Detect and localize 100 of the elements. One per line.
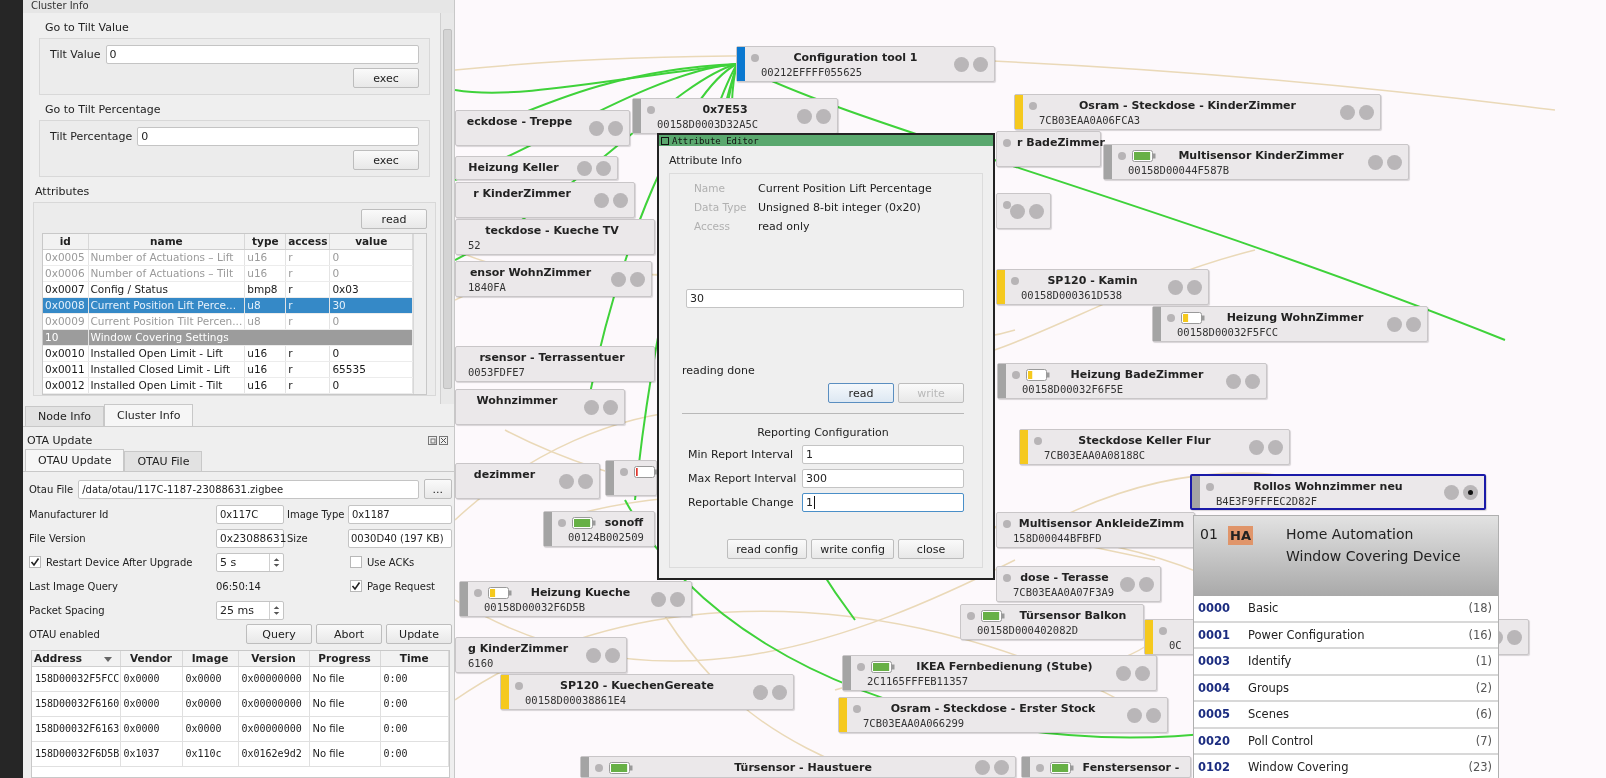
endpoint-dot[interactable] (1387, 154, 1402, 170)
endpoint-dot[interactable] (1387, 316, 1402, 332)
endpoint-dot[interactable] (954, 56, 969, 72)
device-node[interactable]: Türsensor Balkon 00158D000402082D (960, 604, 1144, 640)
endpoint-dot[interactable] (1340, 104, 1355, 120)
exec-button[interactable]: exec (353, 68, 419, 88)
dialog-button[interactable]: read (828, 383, 894, 403)
dialog-button[interactable]: read config (727, 539, 808, 559)
device-node[interactable]: dezimmer (455, 463, 600, 499)
input-field[interactable]: 1 (802, 445, 964, 464)
endpoint-dot[interactable] (973, 56, 988, 72)
device-node[interactable]: Heizung BadeZimmer 00158D00032F6F5E (997, 363, 1267, 399)
input-field[interactable]: 0x23088631 (216, 528, 284, 548)
endpoint-dot[interactable] (772, 684, 787, 700)
endpoint-dot[interactable] (753, 684, 768, 700)
endpoint-dot[interactable] (578, 473, 593, 489)
device-node[interactable]: Osram - Steckdose - Erster Stock 7CB03EAA0A066299 (838, 697, 1168, 733)
device-node[interactable]: Heizung WohnZimmer 00158D00032F5FCC (1152, 306, 1428, 342)
column-header[interactable]: access (285, 234, 330, 249)
scrollbar[interactable] (440, 13, 454, 404)
endpoint-dot[interactable] (1249, 439, 1264, 455)
device-node[interactable]: sonoff 00124B002509 (543, 511, 655, 547)
endpoint-dot[interactable] (651, 591, 666, 607)
endpoint-dot[interactable] (1444, 484, 1459, 500)
device-node[interactable]: SP120 - Kamin 00158D000361D538 (996, 269, 1209, 305)
endpoint-dot[interactable] (994, 759, 1009, 775)
dialog-button[interactable]: write config (811, 539, 894, 559)
column-header[interactable]: Progress (309, 651, 380, 666)
device-node[interactable]: Steckdose Keller Flur 7CB03EAA0A08188C (1019, 429, 1290, 465)
endpoint-dot[interactable] (1507, 629, 1522, 645)
checkbox[interactable] (29, 556, 41, 568)
endpoint-dot[interactable] (559, 473, 574, 489)
input-field[interactable]: 1 (802, 493, 964, 512)
device-node[interactable]: Türsensor - Haustuere (580, 756, 1016, 778)
cluster-row[interactable]: 0003 Identify (1) (1194, 649, 1498, 676)
device-node[interactable]: g KinderZimmer 6160 (455, 637, 627, 673)
device-node[interactable]: Wohnzimmer (455, 389, 625, 425)
device-node[interactable]: rsensor - Terrassentuer 0053FDFE7 (455, 346, 655, 382)
device-node[interactable]: IKEA Fernbedienung (Stube) 2C1165FFFEB11357 (842, 655, 1157, 691)
input-field[interactable]: 0 (105, 45, 419, 64)
endpoint-dot[interactable] (594, 192, 609, 208)
endpoint-dot[interactable] (1226, 373, 1241, 389)
column-header[interactable]: Vendor (120, 651, 182, 666)
input-field[interactable]: 0030D40 (197 KB) (348, 528, 452, 548)
endpoint-dot[interactable] (1368, 154, 1383, 170)
action-button[interactable]: Update (386, 624, 452, 644)
spin-box[interactable]: 25 ms (216, 600, 284, 620)
checkbox[interactable] (350, 556, 362, 568)
scrollbar[interactable] (413, 234, 426, 394)
exec-button[interactable]: exec (353, 150, 419, 170)
tab[interactable]: OTAU File (124, 451, 203, 471)
device-node[interactable]: Heizung Keller (455, 156, 618, 180)
tab[interactable]: Cluster Info (104, 404, 194, 426)
endpoint-dot[interactable] (1245, 373, 1260, 389)
action-button[interactable]: Abort (316, 624, 382, 644)
input-field[interactable]: 0x117C (216, 504, 284, 524)
checkbox-label[interactable]: Restart Device After Upgrade (46, 556, 193, 568)
device-node[interactable] (605, 460, 657, 496)
cluster-row[interactable]: 0005 Scenes (6) (1194, 702, 1498, 729)
column-header[interactable]: value (329, 234, 413, 249)
input-field[interactable]: 0x1187 (348, 504, 452, 524)
close-icon[interactable] (439, 435, 448, 445)
input-field[interactable]: /data/otau/117C-1187-23088631.zigbee (78, 479, 419, 499)
endpoint-dot[interactable] (816, 108, 831, 124)
device-node[interactable]: Heizung Kueche 00158D00032F6D5B (459, 581, 692, 617)
device-node[interactable] (996, 193, 1051, 229)
device-node[interactable]: Multisensor KinderZimmer 00158D00044F587B (1103, 144, 1409, 180)
column-header[interactable]: id (43, 234, 88, 249)
endpoint-dot[interactable] (1120, 576, 1135, 592)
endpoint-dot[interactable] (1146, 707, 1161, 723)
endpoint-dot[interactable] (1116, 665, 1131, 681)
device-node[interactable]: Multisensor AnkleideZimm 158D00044BFBFD (996, 512, 1195, 548)
device-node[interactable]: eckdose - Treppe (455, 110, 630, 146)
checkbox[interactable] (350, 580, 362, 592)
endpoint-dot[interactable] (975, 759, 990, 775)
endpoint-dot[interactable] (1268, 439, 1283, 455)
device-node[interactable]: Osram - Steckdose - KinderZimmer 7CB03EAA0A06FCA3 (1014, 94, 1381, 130)
checkbox-label[interactable]: Page Request (367, 580, 435, 592)
device-node[interactable]: 0x7E53 00158D0003D32A5C (632, 98, 838, 134)
endpoint-dot[interactable] (1139, 576, 1154, 592)
endpoint-dot[interactable] (608, 120, 623, 136)
endpoint-dot[interactable] (1010, 203, 1025, 219)
endpoint-dot[interactable] (613, 192, 628, 208)
endpoint-dot[interactable] (596, 160, 611, 176)
cluster-row[interactable]: 0004 Groups (2) (1194, 675, 1498, 702)
device-node[interactable]: Configuration tool 1 00212EFFFF055625 (736, 46, 995, 82)
device-node[interactable]: r KinderZimmer (455, 182, 635, 218)
endpoint-dot[interactable] (1168, 279, 1183, 295)
action-button[interactable]: Query (246, 624, 312, 644)
column-header[interactable]: Version (238, 651, 309, 666)
cluster-row[interactable]: 0001 Power Configuration (16) (1194, 622, 1498, 649)
endpoint-dot[interactable] (577, 160, 592, 176)
endpoint-dot[interactable] (603, 399, 618, 415)
endpoint-dot[interactable] (1359, 104, 1374, 120)
cluster-row[interactable]: 0000 Basic (18) (1194, 596, 1498, 623)
tab[interactable]: OTAU Update (25, 449, 125, 471)
column-header[interactable]: Time (380, 651, 449, 666)
endpoint-dot[interactable] (1406, 316, 1421, 332)
endpoint-dot[interactable] (584, 399, 599, 415)
device-node[interactable]: Rollos Wohnzimmer neu B4E3F9FFFEC2D82F (1190, 474, 1486, 510)
